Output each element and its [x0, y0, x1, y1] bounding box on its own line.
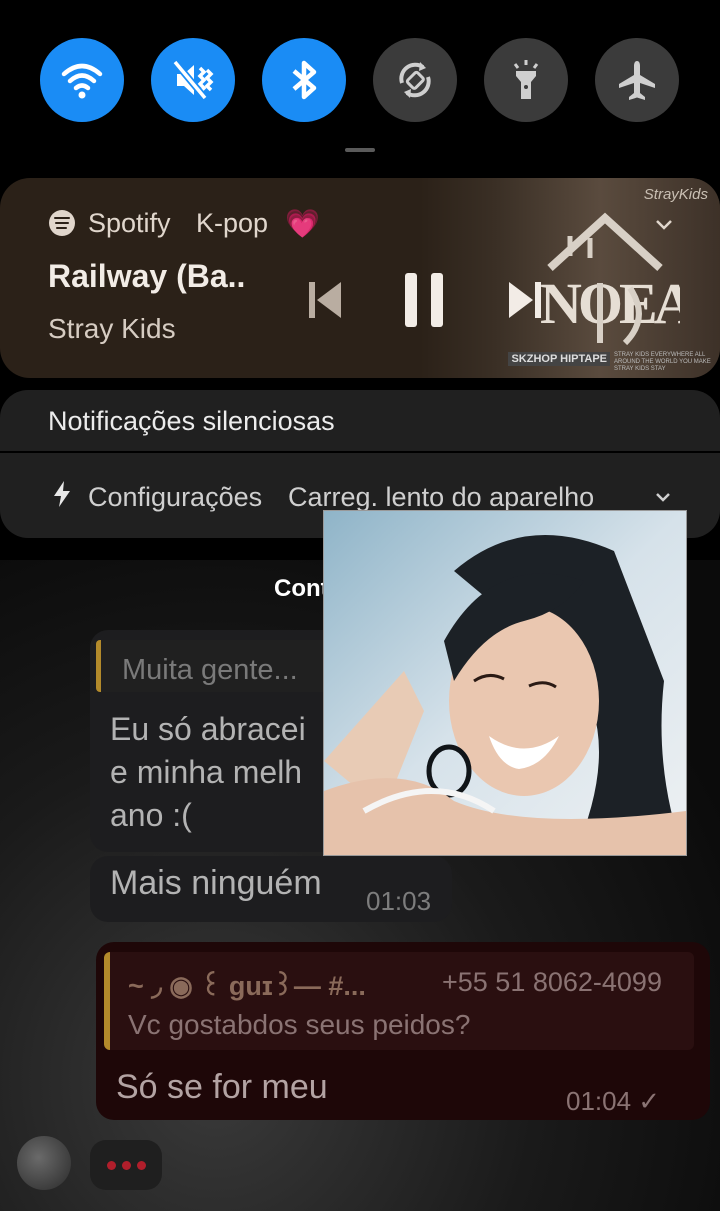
heart-icon: 💗: [285, 208, 320, 239]
song-artist: Stray Kids: [48, 313, 176, 344]
divider: [0, 451, 720, 453]
album-signature: StrayKids: [643, 186, 708, 203]
airplane-toggle[interactable]: [595, 38, 679, 122]
media-playlist: K-pop: [196, 208, 269, 238]
flashlight-icon: [513, 60, 539, 99]
album-fineprint: STRAY KIDS EVERYWHERE ALL AROUND THE WOR…: [614, 352, 711, 372]
auto-rotate-toggle[interactable]: [373, 38, 457, 122]
section-title: Notificações silenciosas: [48, 406, 335, 436]
incoming-message-text: Eu só abracei e minha melh ano :(: [110, 708, 330, 837]
bolt-icon: [54, 481, 70, 507]
incoming-message-line: ano :(: [110, 797, 192, 833]
incoming-quote-text: Muita gente...: [122, 654, 298, 686]
notification-app-name[interactable]: Configurações: [88, 482, 262, 513]
previous-icon: [309, 282, 341, 318]
bluetooth-toggle[interactable]: [262, 38, 346, 122]
sound-toggle[interactable]: [151, 38, 235, 122]
spotify-icon: [49, 210, 75, 236]
incoming-message-2-text: Mais ninguém: [110, 864, 322, 902]
svg-text:NOEA: NOEA: [540, 271, 680, 336]
photo: [324, 511, 686, 855]
chevron-down-icon[interactable]: [652, 486, 674, 508]
next-icon: [509, 282, 541, 318]
mute-icon: [172, 59, 214, 101]
panel-drag-handle[interactable]: [345, 148, 375, 152]
next-button[interactable]: [505, 276, 545, 324]
wifi-icon: [61, 63, 103, 99]
notification-text[interactable]: Carreg. lento do aparelho: [288, 482, 594, 513]
outgoing-message-time: 01:04 ✓: [566, 1086, 661, 1116]
pause-button[interactable]: [398, 268, 450, 332]
pause-icon: [405, 273, 443, 327]
quote-text: Vc gostabdos seus peidos?: [128, 1009, 471, 1040]
airplane-icon: [619, 61, 655, 100]
media-app-name: Spotify: [88, 208, 171, 238]
avatar[interactable]: [17, 1136, 71, 1190]
song-title: Railway (Ba..: [48, 258, 246, 294]
album-art: NOEA StrayKids SKZHOP HIPTAPE STRAY KIDS…: [420, 178, 720, 378]
previous-button[interactable]: [305, 276, 345, 324]
incoming-message-2-time: 01:03: [366, 886, 432, 916]
outgoing-message-text: Só se for meu: [116, 1068, 328, 1106]
album-tag: SKZHOP HIPTAPE: [508, 352, 610, 366]
incoming-message-line: e minha melh: [110, 754, 303, 790]
chevron-down-icon[interactable]: [652, 212, 676, 236]
rotate-icon: [399, 62, 431, 98]
quote-author: ~ ◞ ◉ ꒰ guɪ꒱— #...: [128, 971, 366, 1001]
typing-indicator: [90, 1140, 162, 1190]
flashlight-toggle[interactable]: [484, 38, 568, 122]
quote-phone: +55 51 8062-4099: [442, 967, 662, 997]
quick-settings-row: [0, 38, 720, 122]
bluetooth-icon: [292, 60, 317, 100]
partial-button-label[interactable]: Cont: [274, 575, 329, 603]
sticker-image[interactable]: [323, 510, 687, 856]
incoming-message-line: Eu só abracei: [110, 711, 306, 747]
wifi-toggle[interactable]: [40, 38, 124, 122]
